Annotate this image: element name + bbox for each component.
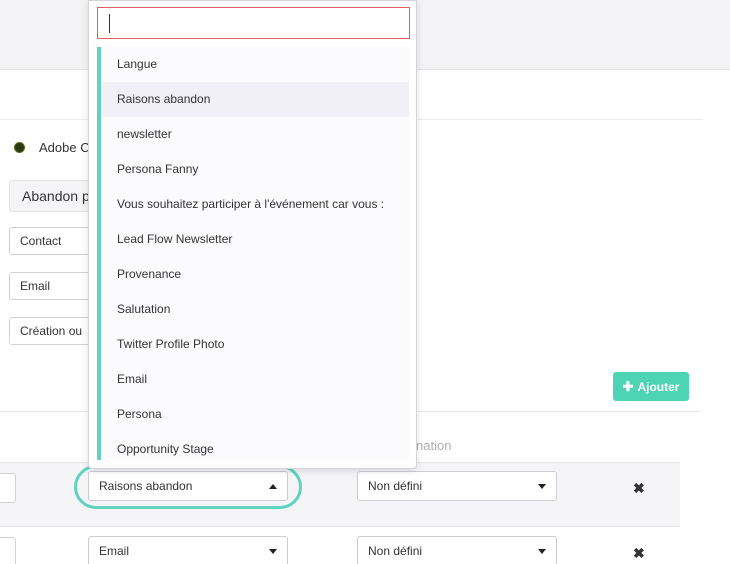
status-select[interactable]: Non défini [357, 536, 557, 564]
close-icon[interactable]: ✖ [633, 480, 645, 497]
text-cursor [109, 14, 110, 33]
dropdown-option[interactable]: Persona [101, 397, 409, 432]
dropdown-option[interactable]: Lead Flow Newsletter [101, 222, 409, 257]
dropdown-option[interactable]: newsletter [101, 117, 409, 152]
status-select[interactable]: Non défini [357, 471, 557, 501]
mapping-select-value: Raisons abandon [99, 479, 193, 493]
status-select-value: Non défini [368, 479, 423, 493]
plus-icon: ✚ [622, 378, 634, 394]
row-source-field[interactable] [0, 537, 16, 564]
add-button[interactable]: ✚ Ajouter [613, 372, 689, 401]
dropdown-option[interactable]: Persona Fanny [101, 152, 409, 187]
caret-down-icon [538, 548, 546, 554]
dropdown-option[interactable]: Email [101, 362, 409, 397]
mapping-select[interactable]: Email [88, 536, 288, 564]
dropdown-option[interactable]: Provenance [101, 257, 409, 292]
mapping-select[interactable]: Raisons abandon [88, 471, 288, 501]
column-header-destination: nation [416, 438, 452, 453]
dropdown-search-input[interactable] [97, 7, 410, 39]
mapping-dropdown-menu: Langue Raisons abandon newsletter Person… [88, 0, 417, 469]
status-select-value: Non défini [368, 544, 423, 558]
add-button-label: Ajouter [637, 379, 680, 394]
dropdown-option[interactable]: Twitter Profile Photo [101, 327, 409, 362]
dropdown-option[interactable]: Raisons abandon [101, 82, 409, 117]
mapping-select-value: Email [99, 544, 130, 558]
dropdown-options-list[interactable]: Langue Raisons abandon newsletter Person… [97, 47, 409, 460]
caret-up-icon [269, 483, 277, 489]
dropdown-option[interactable]: Salutation [101, 292, 409, 327]
dropdown-option[interactable]: Langue [101, 47, 409, 82]
connector-name: Adobe C [39, 140, 90, 155]
close-icon[interactable]: ✖ [633, 545, 645, 562]
row-source-field[interactable] [0, 473, 16, 503]
caret-down-icon [269, 548, 277, 554]
dropdown-option[interactable]: Opportunity Stage [101, 432, 409, 467]
caret-down-icon [538, 483, 546, 489]
connector-logo-icon [14, 142, 25, 153]
connector-header: Adobe C [14, 140, 90, 155]
dropdown-option[interactable]: Vous souhaitez participer à l'événement … [101, 187, 409, 222]
